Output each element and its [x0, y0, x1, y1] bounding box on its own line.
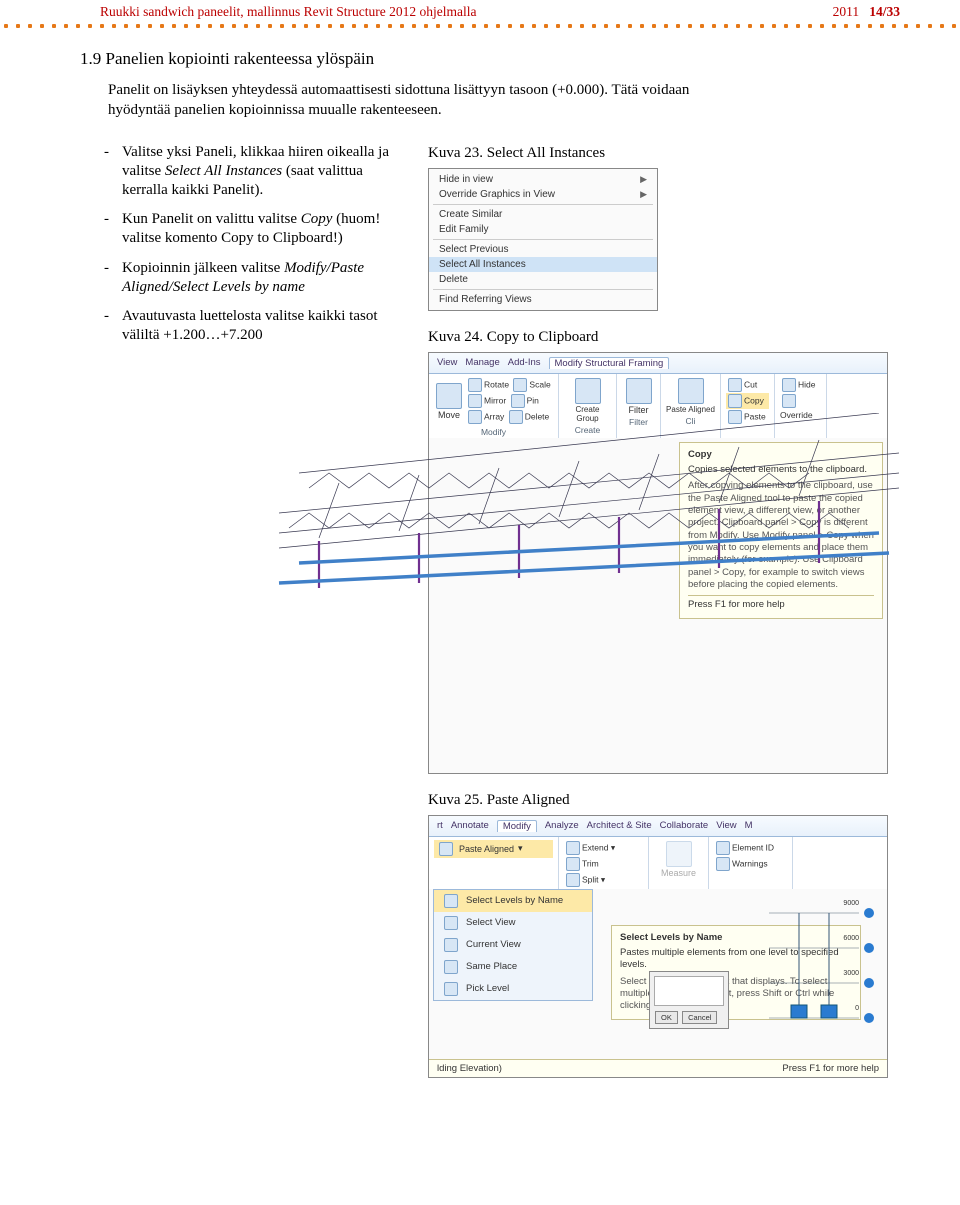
divider-dots: [0, 23, 960, 29]
tab[interactable]: Add-Ins: [508, 357, 541, 369]
figure-caption-24: Kuva 24. Copy to Clipboard: [428, 329, 890, 346]
dd-item[interactable]: Pick Level: [434, 978, 592, 1000]
paste-aligned-icon[interactable]: [678, 378, 704, 404]
cut-icon[interactable]: [728, 378, 742, 392]
ribbon-copy-figure: View Manage Add-Ins Modify Structural Fr…: [428, 352, 888, 774]
svg-text:9000: 9000: [843, 900, 859, 907]
cancel-button[interactable]: Cancel: [682, 1011, 717, 1024]
figure-caption-25: Kuva 25. Paste Aligned: [428, 792, 890, 809]
paste-aligned-icon[interactable]: [439, 842, 453, 856]
intro-text: Panelit on lisäyksen yhteydessä automaat…: [108, 81, 728, 121]
move-icon[interactable]: [436, 383, 462, 409]
list-item: Avautuvasta luettelosta valitse kaikki t…: [100, 307, 400, 345]
menu-item[interactable]: Override Graphics in View▶: [429, 187, 657, 202]
dd-item[interactable]: Same Place: [434, 956, 592, 978]
list-item: Valitse yksi Paneli, klikkaa hiiren oike…: [100, 143, 400, 201]
section-heading: 1.9 Panelien kopiointi rakenteessa ylösp…: [80, 49, 890, 69]
dd-item[interactable]: Select View: [434, 912, 592, 934]
paste-aligned-dropdown: Select Levels by Name Select View Curren…: [433, 889, 593, 1001]
tab[interactable]: View: [437, 357, 457, 369]
menu-item[interactable]: Hide in view▶: [429, 172, 657, 187]
override-icon[interactable]: [782, 394, 796, 408]
f1-hint: Press F1 for more help: [782, 1063, 879, 1074]
levels-dialog: OK Cancel: [649, 971, 729, 1029]
ok-button[interactable]: OK: [655, 1011, 678, 1024]
copy-icon[interactable]: [728, 394, 742, 408]
menu-item[interactable]: Select Previous: [429, 242, 657, 257]
header-title: Ruukki sandwich paneelit, mallinnus Revi…: [100, 4, 476, 20]
levels-diagram: 9000 6000 3000 0: [759, 893, 885, 1045]
header-right: 2011 14/33: [833, 4, 900, 20]
mirror-icon[interactable]: [468, 394, 482, 408]
create-group-icon[interactable]: [575, 378, 601, 404]
structure-3d: [259, 413, 919, 593]
footer-text: lding Elevation): [437, 1063, 502, 1074]
menu-item[interactable]: Create Similar: [429, 207, 657, 222]
filter-icon[interactable]: [626, 378, 652, 404]
svg-text:6000: 6000: [843, 935, 859, 942]
menu-item[interactable]: Delete: [429, 272, 657, 287]
list-item: Kopioinnin jälkeen valitse Modify/Paste …: [100, 259, 400, 297]
dd-item[interactable]: Current View: [434, 934, 592, 956]
tab[interactable]: Manage: [465, 357, 499, 369]
list-item: Kun Panelit on valittu valitse Copy (huo…: [100, 210, 400, 248]
menu-item-select-all-instances[interactable]: Select All Instances: [429, 257, 657, 272]
dd-select-levels-by-name[interactable]: Select Levels by Name: [434, 890, 592, 912]
context-menu: Hide in view▶ Override Graphics in View▶…: [428, 168, 658, 311]
hide-icon[interactable]: [782, 378, 796, 392]
figure-caption-23: Kuva 23. Select All Instances: [428, 145, 890, 162]
svg-text:3000: 3000: [843, 970, 859, 977]
rotate-icon[interactable]: [468, 378, 482, 392]
menu-item[interactable]: Edit Family: [429, 222, 657, 237]
ribbon-tabs: View Manage Add-Ins Modify Structural Fr…: [433, 355, 883, 371]
instruction-list: Valitse yksi Paneli, klikkaa hiiren oike…: [100, 143, 400, 346]
ribbon-paste-figure: rt Annotate Modify Analyze Architect & S…: [428, 815, 888, 1078]
svg-text:0: 0: [855, 1005, 859, 1012]
tab-active[interactable]: Modify Structural Framing: [549, 357, 670, 369]
menu-item[interactable]: Find Referring Views: [429, 292, 657, 307]
